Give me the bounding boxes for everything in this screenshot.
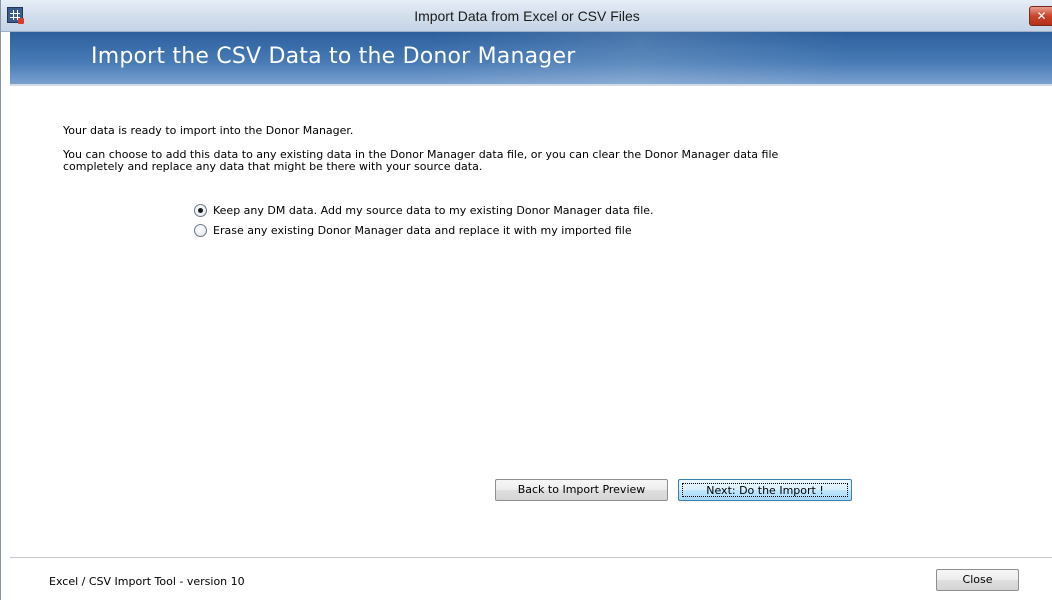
footer-divider [10,557,1052,558]
option-keep-data[interactable]: Keep any DM data. Add my source data to … [194,204,654,217]
header-divider [10,84,1052,86]
close-icon[interactable]: ✕ [1029,6,1052,26]
intro-text: Your data is ready to import into the Do… [63,124,354,137]
window-title: Import Data from Excel or CSV Files [414,8,640,24]
header-banner: Import the CSV Data to the Donor Manager [10,32,1052,84]
do-the-import-label: Next: Do the Import ! [682,483,848,497]
version-text: Excel / CSV Import Tool - version 10 [49,575,245,588]
erase-data-radio[interactable] [194,224,207,237]
back-to-import-preview-button[interactable]: Back to Import Preview [495,479,668,501]
keep-data-radio[interactable] [194,204,207,217]
option-erase-data[interactable]: Erase any existing Donor Manager data an… [194,224,632,237]
title-bar[interactable]: Import Data from Excel or CSV Files ✕ [1,0,1052,32]
description-text: You can choose to add this data to any e… [63,148,779,173]
import-dialog-window: Import Data from Excel or CSV Files ✕ Im… [0,0,1052,600]
do-the-import-button[interactable]: Next: Do the Import ! [678,479,852,501]
erase-data-label: Erase any existing Donor Manager data an… [213,224,632,237]
close-button[interactable]: Close [936,569,1019,591]
keep-data-label: Keep any DM data. Add my source data to … [213,204,654,217]
page-title: Import the CSV Data to the Donor Manager [91,44,576,69]
